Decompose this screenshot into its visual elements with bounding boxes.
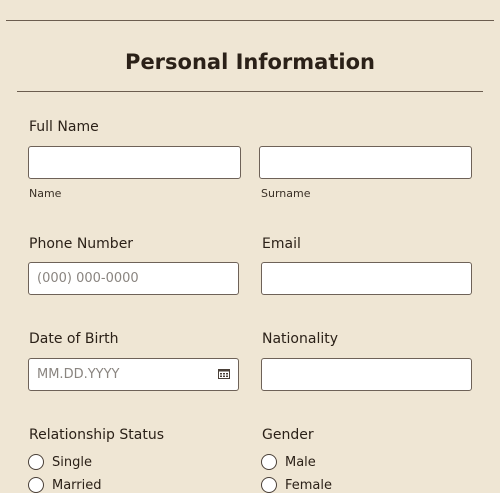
radio-circle[interactable]: [261, 454, 277, 470]
dob-input[interactable]: [28, 358, 239, 391]
surname-input[interactable]: [259, 146, 472, 179]
relationship-label: Relationship Status: [29, 427, 165, 443]
radio-male[interactable]: Male: [261, 454, 316, 470]
nationality-input[interactable]: [261, 358, 472, 391]
radio-circle[interactable]: [28, 477, 44, 493]
radio-circle[interactable]: [261, 477, 277, 493]
radio-single[interactable]: Single: [28, 454, 92, 470]
nationality-label: Nationality: [262, 331, 339, 347]
title-divider: [17, 91, 483, 92]
top-divider: [6, 20, 494, 21]
radio-label-male: Male: [285, 454, 316, 470]
radio-married[interactable]: Married: [28, 477, 102, 493]
phone-input[interactable]: [28, 262, 239, 295]
calendar-icon[interactable]: [218, 368, 230, 379]
surname-sublabel: Surname: [261, 187, 311, 200]
first-name-input[interactable]: [28, 146, 241, 179]
dob-label: Date of Birth: [29, 331, 119, 347]
radio-circle[interactable]: [28, 454, 44, 470]
gender-label: Gender: [262, 427, 314, 443]
email-label: Email: [262, 236, 301, 252]
radio-label-married: Married: [52, 477, 102, 493]
radio-label-single: Single: [52, 454, 92, 470]
radio-female[interactable]: Female: [261, 477, 332, 493]
name-sublabel: Name: [29, 187, 62, 200]
form-title: Personal Information: [125, 50, 375, 74]
full-name-label: Full Name: [29, 119, 99, 135]
radio-label-female: Female: [285, 477, 333, 493]
email-input[interactable]: [261, 262, 472, 295]
phone-label: Phone Number: [29, 236, 134, 252]
